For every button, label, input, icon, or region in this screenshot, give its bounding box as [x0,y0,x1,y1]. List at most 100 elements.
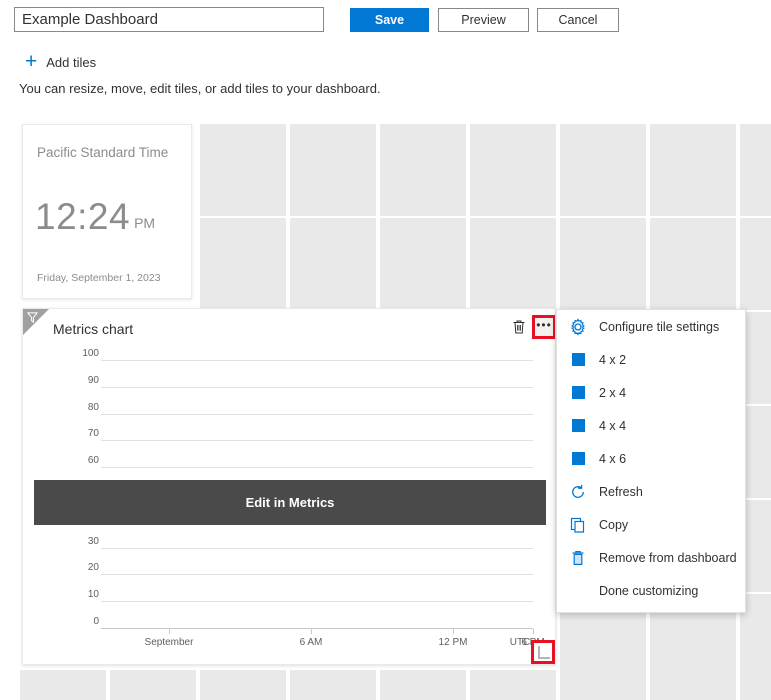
empty-tile-placeholder[interactable] [740,218,771,310]
menu-item-4-x-2[interactable]: 4 x 2 [557,343,745,376]
menu-item-copy[interactable]: Copy [557,508,745,541]
chart-gridline [101,574,533,575]
empty-tile-placeholder[interactable] [650,124,736,216]
chart-x-tick-mark [453,629,454,634]
plus-icon: + [25,52,37,72]
chart-x-axis-tick: 12 PM [408,637,498,648]
empty-tile-placeholder[interactable] [380,670,466,700]
size-swatch-icon [569,351,587,369]
empty-tile-placeholder[interactable] [110,670,196,700]
chart-x-axis-tick: 6 AM [266,637,356,648]
metrics-chart-tile[interactable]: Metrics chart ••• 1009080706050403020100… [22,308,556,665]
empty-tile-placeholder[interactable] [470,670,556,700]
empty-tile-placeholder[interactable] [470,218,556,310]
cancel-button[interactable]: Cancel [537,8,619,32]
edit-in-metrics-overlay[interactable]: Edit in Metrics [34,480,546,525]
add-tiles-label: Add tiles [46,55,96,70]
chart-gridline [101,440,533,441]
tile-more-options-button[interactable]: ••• [532,315,556,339]
size-swatch-icon [569,450,587,468]
chart-x-tick-mark [533,629,534,634]
chart-gridline [101,548,533,549]
menu-item-refresh[interactable]: Refresh [557,475,745,508]
add-tiles-button[interactable]: + Add tiles [25,52,96,72]
empty-tile-placeholder[interactable] [560,670,646,700]
chart-title: Metrics chart [53,321,133,337]
empty-tile-placeholder[interactable] [650,670,736,700]
chart-y-axis-tick: 80 [65,402,99,413]
chart-y-axis-tick: 0 [65,616,99,627]
clock-tile[interactable]: Pacific Standard Time 12:24 PM Friday, S… [22,124,192,299]
refresh-icon [569,483,587,501]
empty-tile-placeholder[interactable] [650,218,736,310]
chart-x-tick-mark [169,629,170,634]
chart-y-axis-tick: 10 [65,589,99,600]
tile-resize-handle[interactable] [531,640,555,664]
filter-icon [27,312,38,323]
empty-tile-placeholder[interactable] [200,218,286,310]
clock-timezone-label: Pacific Standard Time [37,145,168,160]
dashboard-title-input[interactable] [14,7,324,32]
chart-x-axis-line [101,628,533,629]
menu-item-2-x-4[interactable]: 2 x 4 [557,376,745,409]
chart-y-axis-tick: 60 [65,455,99,466]
empty-tile-placeholder[interactable] [740,670,771,700]
menu-item-label: Done customizing [599,584,698,598]
chart-y-axis-tick: 100 [65,348,99,359]
empty-tile-placeholder[interactable] [20,670,106,700]
menu-item-label: 2 x 4 [599,386,626,400]
size-swatch-icon [569,384,587,402]
preview-button[interactable]: Preview [438,8,529,32]
size-swatch-icon [569,417,587,435]
menu-item-remove-from-dashboard[interactable]: Remove from dashboard [557,541,745,574]
dashboard-toolbar: Save Preview Cancel [0,0,771,40]
chart-x-tick-mark [311,629,312,634]
empty-tile-placeholder[interactable] [200,124,286,216]
copy-icon [569,516,587,534]
empty-tile-placeholder[interactable] [380,124,466,216]
chart-y-axis-tick: 90 [65,375,99,386]
clock-date-label: Friday, September 1, 2023 [37,272,161,284]
menu-item-done-customizing[interactable]: Done customizing [557,574,745,607]
menu-item-label: 4 x 6 [599,452,626,466]
gear-icon [569,318,587,336]
menu-item-label: Remove from dashboard [599,551,737,565]
tile-context-menu: Configure tile settings 4 x 2 2 x 4 4 x 4 4 … [556,309,746,613]
empty-tile-placeholder[interactable] [290,670,376,700]
empty-tile-placeholder[interactable] [560,218,646,310]
trash-icon[interactable] [510,318,528,336]
clock-time: 12:24 PM [35,200,155,234]
chart-gridline [101,360,533,361]
menu-item-label: 4 x 2 [599,353,626,367]
chart-gridline [101,414,533,415]
empty-tile-placeholder[interactable] [470,124,556,216]
chart-gridline [101,467,533,468]
ellipsis-icon: ••• [536,322,552,328]
empty-tile-placeholder[interactable] [290,124,376,216]
edit-in-metrics-label: Edit in Metrics [246,495,335,510]
chart-x-axis-tick: September [124,637,214,648]
chart-gridline [101,601,533,602]
empty-tile-placeholder[interactable] [290,218,376,310]
save-button[interactable]: Save [350,8,429,32]
empty-tile-placeholder[interactable] [740,124,771,216]
menu-item-label: 4 x 4 [599,419,626,433]
empty-tile-placeholder[interactable] [380,218,466,310]
dashboard-hint-text: You can resize, move, edit tiles, or add… [19,81,381,96]
chart-gridline [101,387,533,388]
chart-y-axis-tick: 30 [65,536,99,547]
menu-item-label: Refresh [599,485,643,499]
menu-item-4-x-4[interactable]: 4 x 4 [557,409,745,442]
clock-meridiem: PM [134,215,155,231]
menu-item-label: Configure tile settings [599,320,719,334]
trash-icon [569,549,587,567]
chart-y-axis-tick: 70 [65,428,99,439]
empty-tile-placeholder[interactable] [560,124,646,216]
empty-tile-placeholder[interactable] [200,670,286,700]
menu-item-configure-tile-settings[interactable]: Configure tile settings [557,310,745,343]
menu-item-label: Copy [599,518,628,532]
chart-y-axis-tick: 20 [65,562,99,573]
clock-time-value: 12:24 [35,200,130,234]
menu-item-4-x-6[interactable]: 4 x 6 [557,442,745,475]
resize-handle-icon [538,646,550,659]
